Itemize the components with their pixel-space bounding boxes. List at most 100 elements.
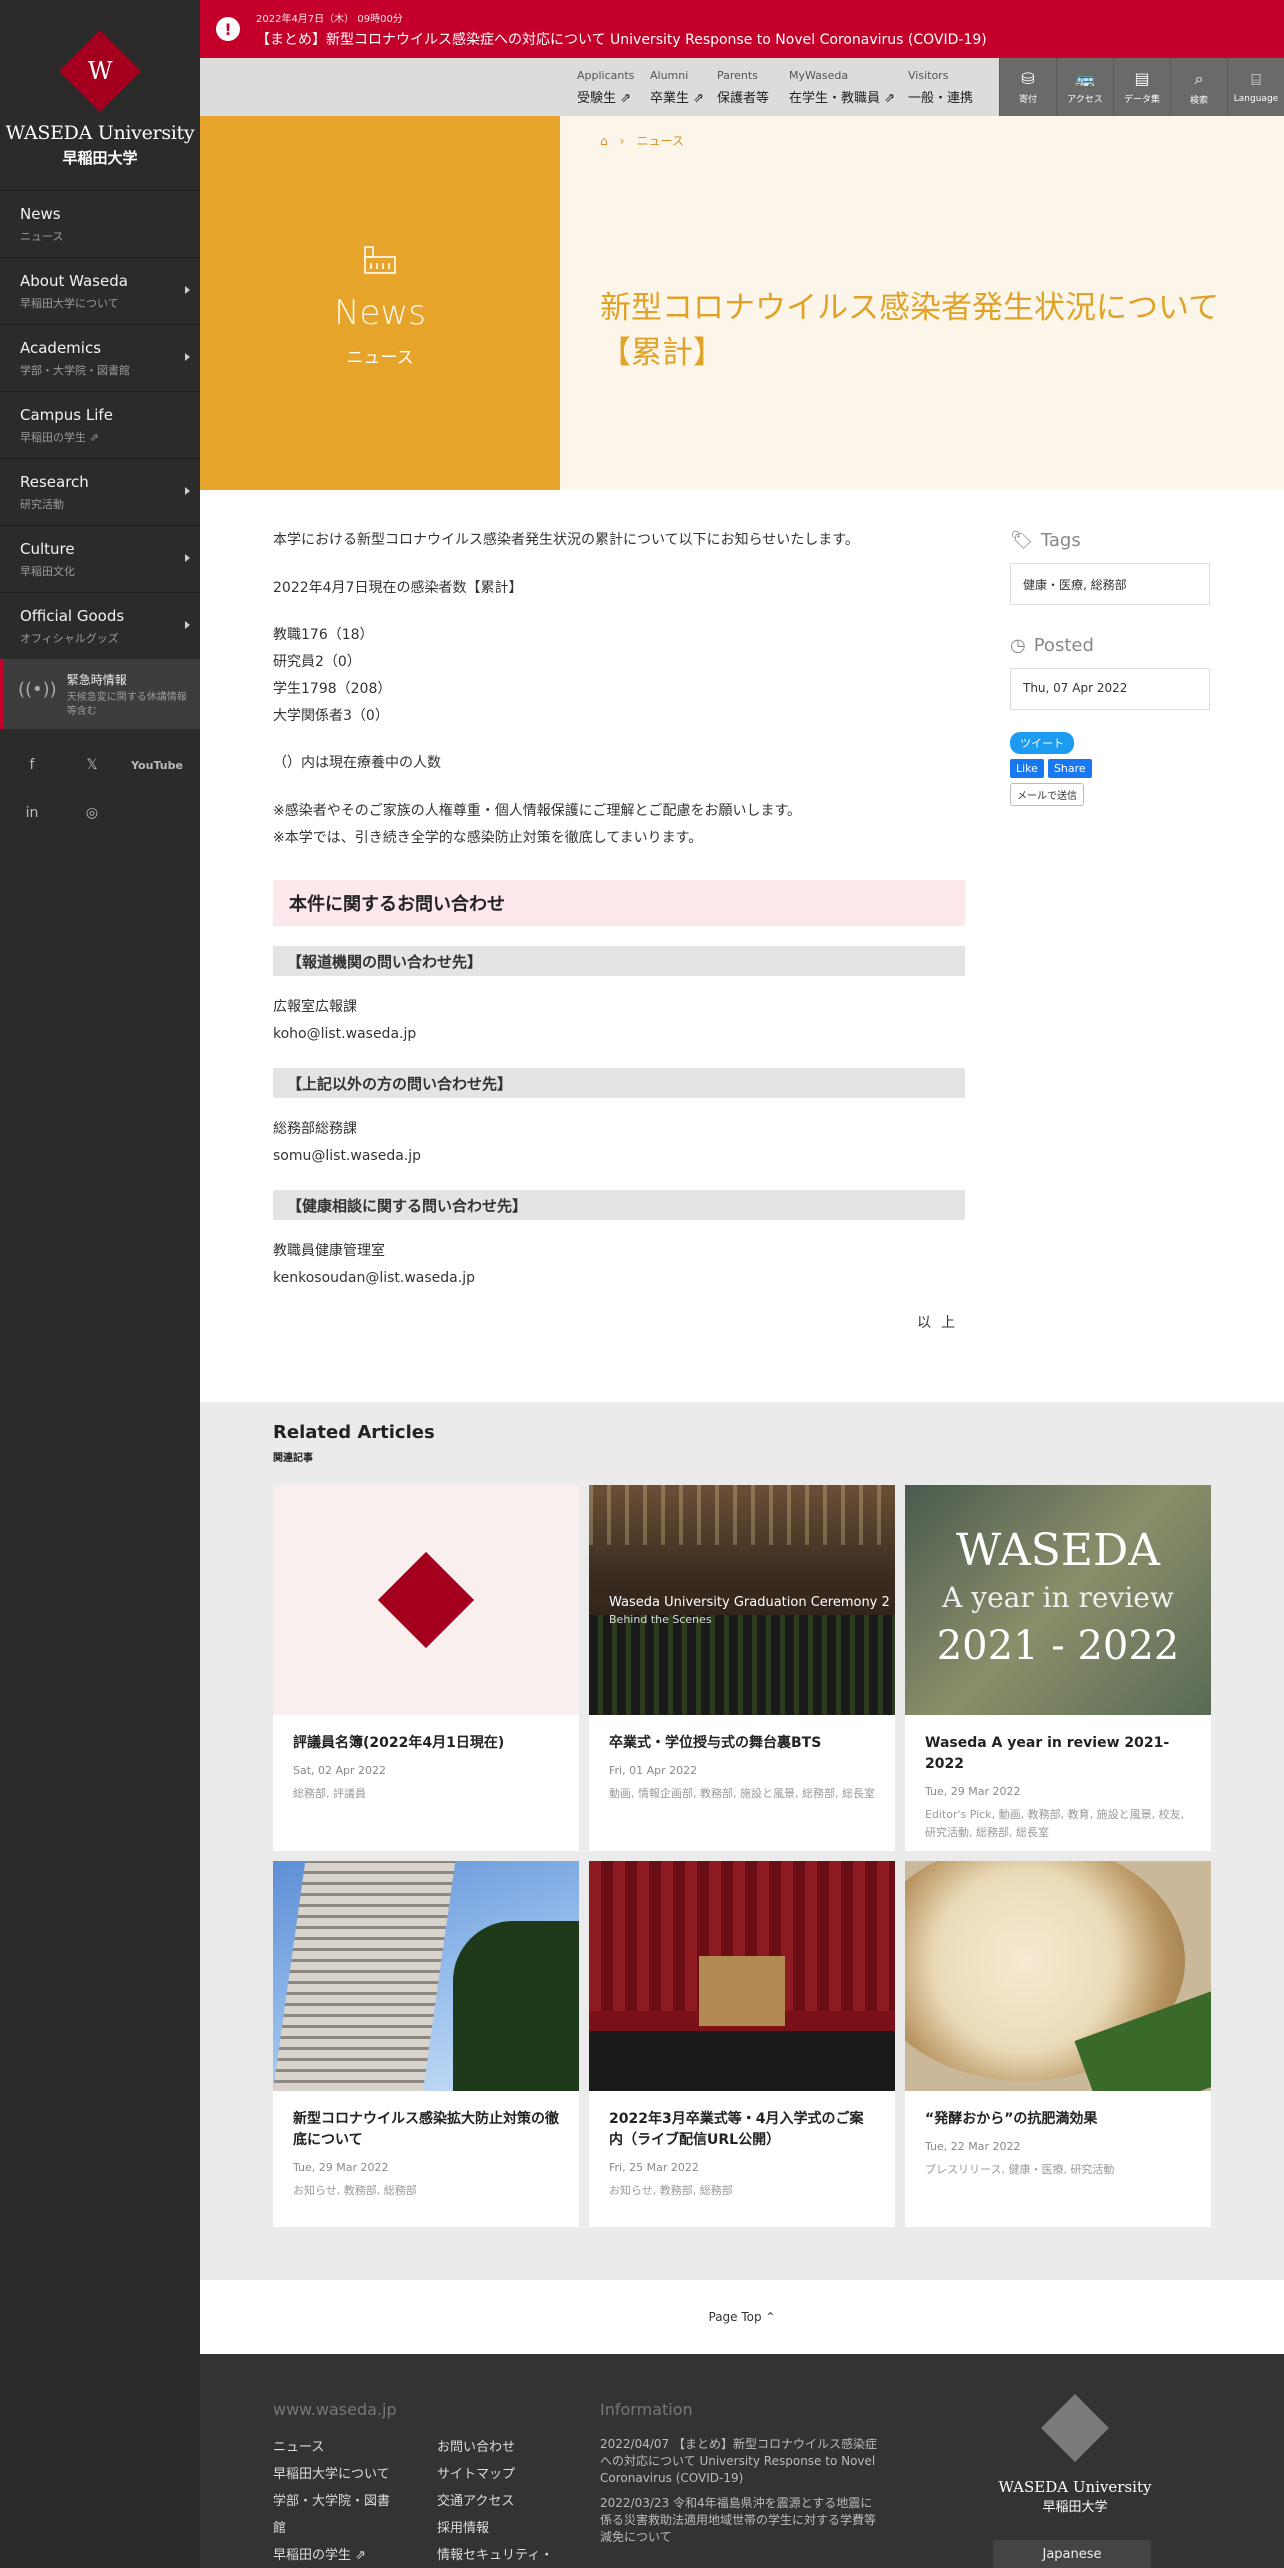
coins-icon: ⛁ bbox=[1021, 69, 1035, 88]
card-title: “発酵おから”の抗肥満効果 bbox=[925, 2111, 1098, 2127]
waseda-logo[interactable]: W WASEDA University 早稲田大学 bbox=[0, 0, 200, 190]
sidebar-item-official-goods[interactable]: Official Goods オフィシャルグッズ bbox=[0, 592, 200, 659]
alert-date: 2022年4月7日（木） 09時00分 bbox=[256, 13, 403, 25]
sidebar-item-news[interactable]: News ニュース bbox=[0, 190, 200, 257]
card-title: Waseda A year in review 2021-2022 bbox=[925, 1735, 1170, 1772]
footer-link[interactable]: ニュース bbox=[273, 2434, 423, 2461]
footer-link[interactable]: サイトマップ bbox=[437, 2461, 587, 2488]
related-card[interactable]: 評議員名簿(2022年4月1日現在) Sat, 02 Apr 2022 総務部,… bbox=[273, 1485, 579, 1851]
tool-label: 検索 bbox=[1189, 95, 1208, 106]
footer-link[interactable]: 情報セキュリティ・ bbox=[437, 2542, 587, 2568]
related-card[interactable]: 新型コロナウイルス感染拡大防止対策の徹底について Tue, 29 Mar 202… bbox=[273, 1861, 579, 2227]
sidebar-item-culture[interactable]: Culture 早稲田文化 bbox=[0, 525, 200, 592]
audience-visitors[interactable]: Visitors 一般・連携 bbox=[908, 69, 973, 106]
diamond-shape bbox=[377, 1551, 475, 1649]
contact-email[interactable]: koho@list.waseda.jp bbox=[273, 1021, 965, 1048]
email-share-button[interactable]: メールで送信 bbox=[1010, 783, 1084, 806]
footer-site-heading[interactable]: www.waseda.jp bbox=[273, 2400, 397, 2419]
article-intro: 本学における新型コロナウイルス感染者発生状況の累計について以下にお知らせいたしま… bbox=[273, 532, 859, 548]
card-date: Fri, 01 Apr 2022 bbox=[609, 1764, 698, 1777]
audience-label-ja: 受験生 ⇗ bbox=[577, 91, 632, 106]
sidebar-item-about[interactable]: About Waseda 早稲田大学について bbox=[0, 257, 200, 324]
card-tags: お知らせ, 教務部, 総務部 bbox=[609, 2184, 733, 2197]
audience-parents[interactable]: Parents 保護者等 bbox=[717, 69, 769, 106]
card-date: Tue, 22 Mar 2022 bbox=[925, 2140, 1021, 2153]
waseda-emblem-icon: W bbox=[58, 29, 142, 113]
sidebar-item-label: Research bbox=[20, 473, 89, 491]
card-date: Fri, 25 Mar 2022 bbox=[609, 2161, 699, 2174]
linkedin-icon[interactable]: in bbox=[22, 803, 42, 823]
footer-info-item[interactable]: 2022/04/07 【まとめ】新型コロナウイルス感染症への対応について Uni… bbox=[600, 2436, 880, 2487]
footer-link[interactable]: 早稲田大学について bbox=[273, 2461, 423, 2488]
search-button[interactable]: ⌕ 検索 bbox=[1170, 58, 1227, 116]
exclamation-icon: ! bbox=[216, 17, 240, 41]
count-note: （）内は現在療養中の人数 bbox=[273, 755, 441, 771]
card-tags: Editor's Pick, 動画, 教務部, 教育, 施設と風景, 校友, 研… bbox=[925, 1808, 1185, 1839]
infection-counts: 教職176（18） 研究員2（0） 学生1798（208） 大学関係者3（0） bbox=[273, 622, 965, 730]
footer-link[interactable]: 採用情報 bbox=[437, 2515, 587, 2542]
contact-heading: 本件に関するお問い合わせ bbox=[273, 880, 965, 926]
related-card[interactable]: “発酵おから”の抗肥満効果 Tue, 22 Mar 2022 プレスリリース, … bbox=[905, 1861, 1211, 2227]
podium bbox=[699, 1956, 785, 2026]
contact-email[interactable]: kenkosoudan@list.waseda.jp bbox=[273, 1265, 965, 1292]
instagram-icon[interactable]: ◎ bbox=[82, 803, 102, 823]
facebook-icon[interactable]: f bbox=[22, 755, 42, 775]
footer-link[interactable]: 交通アクセス bbox=[437, 2488, 587, 2515]
emergency-info-link[interactable]: ((•)) 緊急時情報 天候急変に関する休講情報等含む bbox=[0, 659, 200, 729]
breadcrumb-news[interactable]: ニュース bbox=[636, 132, 683, 149]
logo-japanese: 早稲田大学 bbox=[62, 149, 138, 167]
related-card[interactable]: 2022年3月卒業式等・4月入学式のご案内（ライブ配信URL公開） Fri, 2… bbox=[589, 1861, 895, 2227]
contact-department: 広報室広報課 bbox=[273, 999, 357, 1015]
sidebar-item-label: About Waseda bbox=[20, 272, 128, 290]
related-card[interactable]: WASEDA A year in review 2021 - 2022 Wase… bbox=[905, 1485, 1211, 1851]
sidebar-item-academics[interactable]: Academics 学部・大学院・図書館 bbox=[0, 324, 200, 391]
sidebar-item-label: News bbox=[20, 205, 61, 223]
youtube-icon[interactable]: YouTube bbox=[131, 755, 183, 775]
access-button[interactable]: 🚌 アクセス bbox=[1056, 58, 1113, 116]
data-button[interactable]: ▤ データ集 bbox=[1113, 58, 1170, 116]
footer-link[interactable]: お問い合わせ bbox=[437, 2434, 587, 2461]
donate-button[interactable]: ⛁ 寄付 bbox=[999, 58, 1056, 116]
page-top-button[interactable]: Page Top ⌃ bbox=[200, 2280, 1284, 2354]
audience-label-ja: 在学生・教職員 ⇗ bbox=[789, 91, 896, 106]
count-students: 学生1798（208） bbox=[273, 681, 392, 697]
privacy-request: ※感染者やそのご家族の人権尊重・個人情報保護にご理解とご配慮をお願いします。 bbox=[273, 803, 802, 819]
facebook-like-button[interactable]: Like bbox=[1010, 759, 1044, 778]
audience-nav: Applicants 受験生 ⇗ Alumni 卒業生 ⇗ Parents 保護… bbox=[200, 58, 1284, 116]
card-date: Tue, 29 Mar 2022 bbox=[925, 1785, 1021, 1798]
audience-alumni[interactable]: Alumni 卒業生 ⇗ bbox=[650, 69, 704, 106]
contact-email[interactable]: somu@list.waseda.jp bbox=[273, 1143, 965, 1170]
posted-date: Thu, 07 Apr 2022 bbox=[1010, 668, 1210, 710]
language-button[interactable]: ⌸ Language bbox=[1227, 58, 1284, 116]
footer: www.waseda.jp ニュース 早稲田大学について 学部・大学院・図書 館… bbox=[200, 2354, 1284, 2568]
sidebar-item-campus-life[interactable]: Campus Life 早稲田の学生 ⇗ bbox=[0, 391, 200, 458]
audience-mywaseda[interactable]: MyWaseda 在学生・教職員 ⇗ bbox=[789, 69, 895, 106]
card-image-review: WASEDA A year in review 2021 - 2022 bbox=[905, 1485, 1211, 1715]
related-card[interactable]: Waseda University Graduation Ceremony 2 … bbox=[589, 1485, 895, 1851]
closing-text: 以上 bbox=[917, 1315, 965, 1331]
home-icon[interactable]: ⌂ bbox=[600, 134, 608, 148]
sidebar-item-sublabel: 早稲田大学について bbox=[20, 297, 119, 310]
covid-alert-banner[interactable]: ! 2022年4月7日（木） 09時00分 【まとめ】新型コロナウイルス感染症へ… bbox=[200, 0, 1284, 58]
audience-label-en: MyWaseda bbox=[789, 69, 849, 82]
footer-links-col-2: お問い合わせ サイトマップ 交通アクセス 採用情報 情報セキュリティ・ bbox=[437, 2434, 587, 2568]
sidebar-item-research[interactable]: Research 研究活動 bbox=[0, 458, 200, 525]
footer-link[interactable]: 館 bbox=[273, 2515, 423, 2542]
sidebar-item-sublabel: ニュース bbox=[20, 230, 64, 243]
crowd-pattern bbox=[589, 1615, 895, 1715]
footer-link[interactable]: 早稲田の学生 ⇗ bbox=[273, 2542, 423, 2568]
footer-info-item[interactable]: 2022/03/23 令和4年福島県沖を震源とする地震に係る災害救助法適用地域世… bbox=[600, 2495, 880, 2546]
card-date: Tue, 29 Mar 2022 bbox=[293, 2161, 389, 2174]
footer-logo[interactable]: WASEDA University 早稲田大学 bbox=[995, 2394, 1155, 2515]
footer-logo-ja: 早稲田大学 bbox=[1042, 2500, 1108, 2515]
language-selector[interactable]: Japanese bbox=[993, 2540, 1151, 2568]
facebook-share-button[interactable]: Share bbox=[1047, 759, 1092, 778]
chevron-right-icon bbox=[185, 286, 190, 294]
footer-info-heading: Information bbox=[600, 2400, 693, 2419]
clock-icon: ◷ bbox=[1010, 635, 1026, 656]
tags-list[interactable]: 健康・医療, 総務部 bbox=[1010, 563, 1210, 605]
audience-applicants[interactable]: Applicants 受験生 ⇗ bbox=[577, 69, 634, 106]
footer-link[interactable]: 学部・大学院・図書 bbox=[273, 2488, 423, 2515]
tweet-button[interactable]: ツイート bbox=[1010, 732, 1074, 754]
twitter-icon[interactable]: 𝕏 bbox=[82, 755, 102, 775]
